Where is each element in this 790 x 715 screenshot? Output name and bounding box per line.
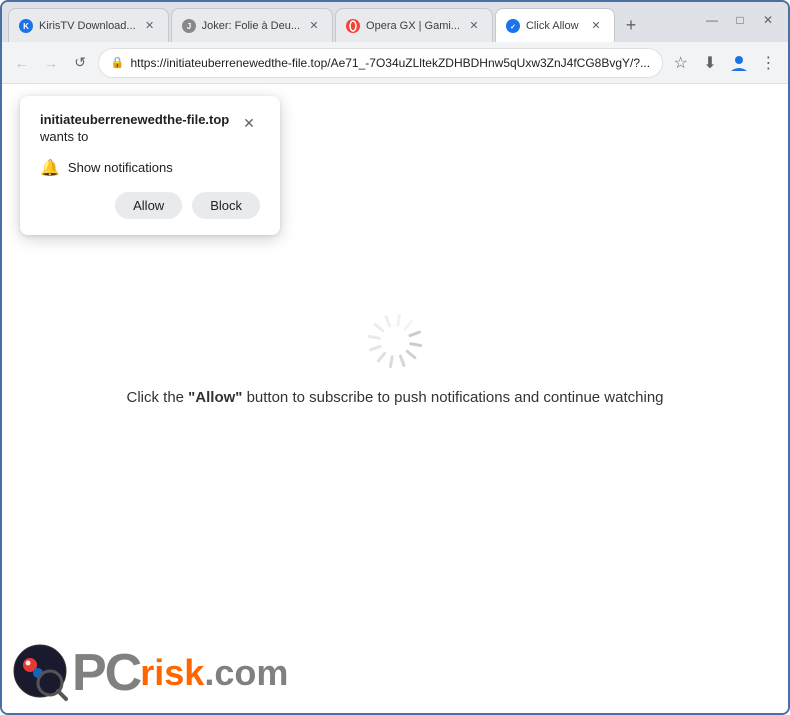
popup-header: initiateuberrenewedthe-file.top wants to… <box>40 112 260 154</box>
tab-label-4: Click Allow <box>526 20 582 32</box>
tab-opera[interactable]: Opera GX | Gami... ✕ <box>335 8 493 42</box>
new-tab-button[interactable]: + <box>617 11 645 39</box>
more-options-icon[interactable]: ⋮ <box>757 49 780 77</box>
popup-close-button[interactable]: ✕ <box>238 112 260 134</box>
loading-spinner <box>365 311 425 371</box>
risk-text-label: risk <box>140 655 204 691</box>
message-bold: "Allow" <box>188 389 242 406</box>
spinner-graphic <box>365 311 425 371</box>
back-button[interactable]: ← <box>10 49 33 77</box>
bell-icon: 🔔 <box>40 158 60 178</box>
tab-favicon-2: J <box>182 19 196 33</box>
tab-close-3[interactable]: ✕ <box>466 18 482 34</box>
pc-text-label: PC <box>72 647 140 699</box>
tab-joker[interactable]: J Joker: Folie à Deu... ✕ <box>171 8 333 42</box>
close-button[interactable]: ✕ <box>756 10 780 30</box>
popup-permission: 🔔 Show notifications <box>40 158 260 178</box>
page-message: Click the "Allow" button to subscribe to… <box>126 389 663 406</box>
tab-favicon-4: ✓ <box>506 19 520 33</box>
block-button[interactable]: Block <box>192 192 260 219</box>
tab-label-3: Opera GX | Gami... <box>366 20 460 32</box>
tab-label-1: KirisTV Download... <box>39 20 136 32</box>
refresh-button[interactable]: ↺ <box>69 49 92 77</box>
svg-text:✓: ✓ <box>510 24 516 31</box>
download-icon[interactable]: ⬇ <box>698 49 721 77</box>
address-bar[interactable]: 🔒 https://initiateuberrenewedthe-file.to… <box>98 48 663 78</box>
toolbar: ← → ↺ 🔒 https://initiateuberrenewedthe-f… <box>2 42 788 84</box>
pc-icon <box>12 643 72 703</box>
svg-text:K: K <box>23 22 29 31</box>
tab-close-4[interactable]: ✕ <box>588 18 604 34</box>
message-post: button to subscribe to push notification… <box>242 389 663 406</box>
tab-favicon-3 <box>346 19 360 33</box>
url-text: https://initiateuberrenewedthe-file.top/… <box>130 56 650 70</box>
permission-text: Show notifications <box>68 160 173 175</box>
popup-site-name: initiateuberrenewedthe-file.top <box>40 112 229 129</box>
svg-text:J: J <box>186 22 190 31</box>
content-area: initiateuberrenewedthe-file.top wants to… <box>2 84 788 713</box>
pcrisk-logo: PCrisk.com <box>12 643 288 703</box>
tab-favicon-1: K <box>19 19 33 33</box>
tab-close-1[interactable]: ✕ <box>142 18 158 34</box>
minimize-button[interactable]: — <box>700 10 724 30</box>
tab-kiristv[interactable]: K KirisTV Download... ✕ <box>8 8 169 42</box>
popup-wants-text: wants to <box>40 129 229 144</box>
bookmark-icon[interactable]: ☆ <box>669 49 692 77</box>
window-controls: — □ ✕ <box>700 10 780 30</box>
profile-icon[interactable] <box>728 49 751 77</box>
tab-close-2[interactable]: ✕ <box>306 18 322 34</box>
dotcom-text-label: .com <box>204 652 288 694</box>
lock-icon: 🔒 <box>111 56 125 69</box>
maximize-button[interactable]: □ <box>728 10 752 30</box>
tab-bar: K KirisTV Download... ✕ J Joker: Folie à… <box>2 2 788 42</box>
tab-click-allow[interactable]: ✓ Click Allow ✕ <box>495 8 615 42</box>
popup-actions: Allow Block <box>40 192 260 219</box>
message-pre: Click the <box>126 389 188 406</box>
popup-site-info: initiateuberrenewedthe-file.top wants to <box>40 112 229 154</box>
tab-label-2: Joker: Folie à Deu... <box>202 20 300 32</box>
notification-popup: initiateuberrenewedthe-file.top wants to… <box>20 96 280 235</box>
browser-window: K KirisTV Download... ✕ J Joker: Folie à… <box>0 0 790 715</box>
forward-button[interactable]: → <box>39 49 62 77</box>
allow-button[interactable]: Allow <box>115 192 182 219</box>
